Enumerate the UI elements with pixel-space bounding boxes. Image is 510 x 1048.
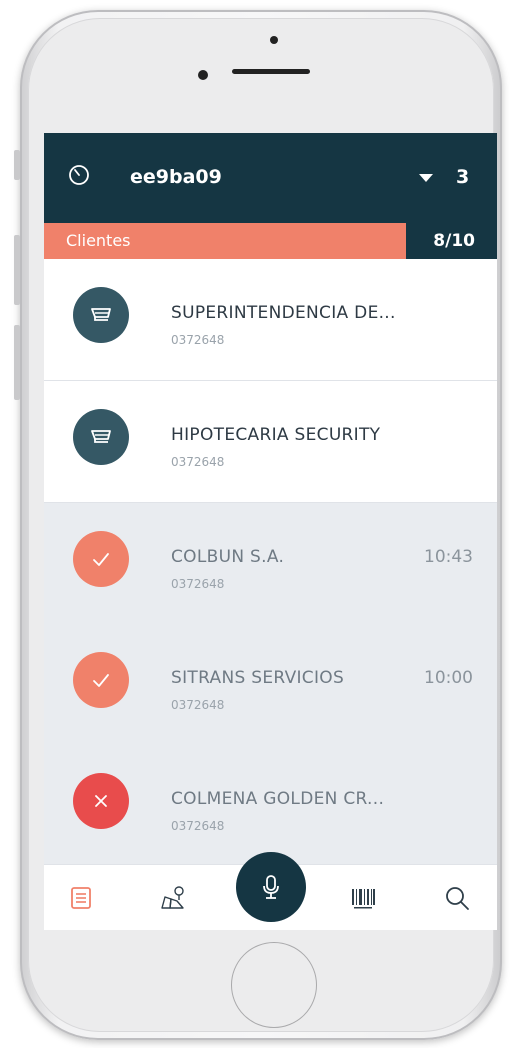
- search-icon[interactable]: [442, 883, 472, 913]
- mute-switch: [14, 150, 20, 180]
- cart-avatar: [73, 287, 129, 343]
- failed-avatar: [73, 773, 129, 829]
- client-name: SUPERINTENDENCIA DE...: [171, 303, 396, 323]
- client-code: 0372648: [171, 577, 225, 591]
- dropdown-caret-icon[interactable]: [419, 174, 433, 182]
- barcode-icon[interactable]: [348, 883, 378, 913]
- client-code: 0372648: [171, 819, 225, 833]
- progress-count: 8/10: [433, 231, 475, 251]
- client-name: COLBUN S.A.: [171, 547, 285, 567]
- client-code: 0372648: [171, 455, 225, 469]
- checkmark-icon: [93, 553, 109, 566]
- microphone-icon: [263, 875, 279, 899]
- microphone-button[interactable]: [236, 852, 306, 922]
- route-count: 3: [456, 166, 470, 188]
- check-avatar: [73, 652, 129, 708]
- client-row[interactable]: HIPOTECARIA SECURITY 0372648: [44, 381, 497, 503]
- checkmark-icon: [93, 674, 109, 687]
- volume-down-button: [14, 325, 20, 400]
- client-code: 0372648: [171, 698, 225, 712]
- client-name: COLMENA GOLDEN CR...: [171, 789, 385, 809]
- check-avatar: [73, 531, 129, 587]
- client-row[interactable]: COLBUN S.A. 0372648 10:43: [44, 503, 497, 624]
- client-row[interactable]: COLMENA GOLDEN CR... 0372648: [44, 745, 497, 866]
- progress-label: Clientes: [66, 231, 131, 250]
- app-screen: ee9ba09 3 Clientes 8/10 SUPERINTENDENCIA…: [44, 133, 497, 930]
- client-row[interactable]: SUPERINTENDENCIA DE... 0372648: [44, 259, 497, 381]
- front-camera: [270, 36, 278, 44]
- client-name: SITRANS SERVICIOS: [171, 668, 345, 688]
- app-header: ee9ba09 3: [44, 133, 497, 223]
- client-list: SUPERINTENDENCIA DE... 0372648 HIPOTECAR…: [44, 259, 497, 866]
- bottom-tab-bar: [44, 852, 497, 930]
- progress-fill: Clientes: [44, 223, 407, 259]
- map-pin-icon[interactable]: [158, 883, 188, 913]
- client-row[interactable]: SITRANS SERVICIOS 0372648 10:00: [44, 624, 497, 745]
- shopping-cart-icon: [91, 308, 111, 321]
- route-id: ee9ba09: [130, 166, 222, 188]
- client-code: 0372648: [171, 333, 225, 347]
- list-icon[interactable]: [66, 883, 96, 913]
- close-icon: [95, 795, 107, 807]
- clients-progress-bar: Clientes 8/10: [44, 223, 497, 259]
- client-time: 10:00: [424, 668, 473, 688]
- client-name: HIPOTECARIA SECURITY: [171, 425, 381, 445]
- shopping-cart-icon: [91, 430, 111, 443]
- timer-icon[interactable]: [68, 164, 90, 186]
- earpiece-speaker: [232, 69, 310, 74]
- client-time: 10:43: [424, 547, 473, 567]
- proximity-sensor: [198, 70, 208, 80]
- home-button[interactable]: [231, 942, 317, 1028]
- volume-up-button: [14, 235, 20, 305]
- cart-avatar: [73, 409, 129, 465]
